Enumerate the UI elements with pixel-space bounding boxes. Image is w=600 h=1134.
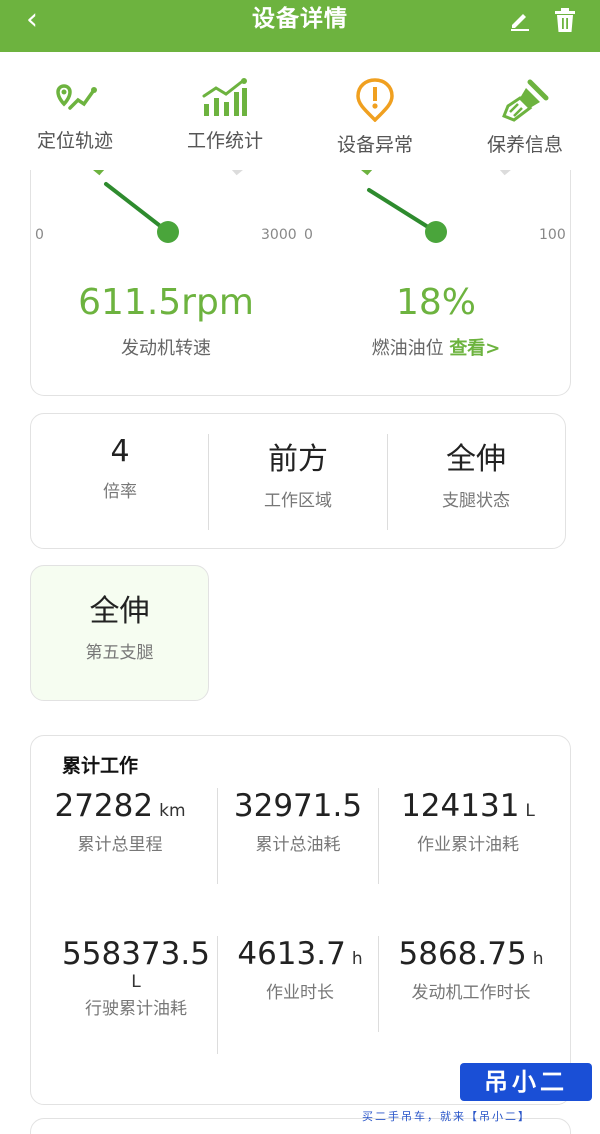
fuel-level-label-row: 燃油油位 查看> xyxy=(316,334,556,360)
trash-icon[interactable] xyxy=(553,7,577,33)
status-label: 倍率 xyxy=(103,482,137,502)
cumulative-label: 累计总油耗 xyxy=(255,835,341,855)
cumulative-item: 32971.5 累计总油耗 xyxy=(213,788,383,855)
divider xyxy=(378,936,379,1032)
cumulative-work-card: 累计工作 27282 km 累计总里程 32971.5 累计总油耗 124131 L… xyxy=(30,735,571,1105)
cumulative-item: 124131 L 作业累计油耗 xyxy=(383,788,553,855)
cumulative-item: 5868.75 h 发动机工作时长 xyxy=(381,936,561,1003)
engine-gauge-min: 0 xyxy=(35,227,44,243)
route-icon xyxy=(56,84,97,110)
quick-actions: 定位轨迹 工作统计 设备异常 保养信息 xyxy=(0,52,600,186)
watermark-badge: 吊小二 xyxy=(460,1063,592,1101)
cumulative-unit: h xyxy=(351,949,363,969)
engine-speed-label: 发动机转速 xyxy=(121,338,211,359)
cumulative-item: 558373.5 L 行驶累计油耗 xyxy=(51,936,221,1019)
cumulative-label: 作业累计油耗 xyxy=(417,835,519,855)
divider xyxy=(378,788,379,884)
cumulative-value: 27282 xyxy=(54,788,154,824)
cumulative-item: 4613.7 h 作业时长 xyxy=(215,936,385,1003)
gauge-card: 0 3000 0 100 611.5rpm 发动机转速 18% 燃油油位 查看> xyxy=(30,170,571,396)
quick-action-label: 保养信息 xyxy=(486,134,563,156)
fuel-gauge-min: 0 xyxy=(304,227,313,243)
fuel-view-link[interactable]: 查看> xyxy=(449,338,500,359)
quick-action-label: 定位轨迹 xyxy=(36,130,113,152)
engine-gauge-needle xyxy=(104,182,170,234)
engine-gauge-max: 3000 xyxy=(261,227,297,243)
gauge-graphics xyxy=(92,170,511,243)
fuel-level-label: 燃油油位 xyxy=(371,338,444,359)
quick-action-route[interactable]: 定位轨迹 xyxy=(0,74,150,184)
statistics-chart-icon xyxy=(202,78,247,116)
status-value: 4 xyxy=(110,434,130,469)
fuel-gauge-needle xyxy=(367,188,438,234)
top-bar: ‹ 设备详情 xyxy=(0,0,600,52)
cumulative-label: 作业时长 xyxy=(266,983,334,1003)
cumulative-value: 4613.7 xyxy=(237,936,346,972)
cumulative-heading: 累计工作 xyxy=(62,755,139,777)
status-item-outrigger: 全伸 支腿状态 xyxy=(387,414,565,550)
fifth-outrigger-label: 第五支腿 xyxy=(85,643,154,663)
quick-action-maintenance[interactable]: 保养信息 xyxy=(450,74,600,184)
cumulative-value: 5868.75 xyxy=(398,936,527,972)
status-item-ratio: 4 倍率 xyxy=(31,414,209,550)
status-label: 支腿状态 xyxy=(442,491,510,511)
cumulative-value: 558373.5 xyxy=(62,936,210,972)
status-value: 前方 xyxy=(268,442,328,477)
fuel-level-value: 18% xyxy=(395,282,476,323)
cumulative-unit: km xyxy=(159,801,186,821)
cumulative-value: 124131 xyxy=(401,788,520,824)
quick-action-label: 工作统计 xyxy=(186,130,263,152)
fifth-outrigger-value: 全伸 xyxy=(89,594,150,629)
status-item-work-area: 前方 工作区域 xyxy=(209,414,387,550)
engine-speed-value: 611.5rpm xyxy=(78,282,254,323)
status-label: 工作区域 xyxy=(264,491,332,511)
quick-action-warning[interactable]: 设备异常 xyxy=(300,74,450,184)
quick-action-statistics[interactable]: 工作统计 xyxy=(150,74,300,184)
status-value: 全伸 xyxy=(446,442,506,477)
brush-icon xyxy=(502,79,549,122)
warning-icon xyxy=(356,78,394,122)
edit-icon[interactable] xyxy=(508,8,532,32)
status-card: 4 倍率 前方 工作区域 全伸 支腿状态 xyxy=(30,413,566,549)
cumulative-label: 累计总里程 xyxy=(77,835,163,855)
cumulative-label: 发动机工作时长 xyxy=(411,983,531,1003)
fuel-gauge-max: 100 xyxy=(539,227,566,243)
engine-gauge-hub xyxy=(157,221,179,243)
cumulative-unit: h xyxy=(532,949,544,969)
cumulative-unit: L xyxy=(131,972,141,992)
fifth-outrigger-card: 全伸 第五支腿 xyxy=(30,565,209,701)
cumulative-value: 32971.5 xyxy=(233,788,363,824)
cumulative-label: 行驶累计油耗 xyxy=(85,999,187,1019)
fuel-gauge-hub xyxy=(425,221,447,243)
cumulative-item: 27282 km 累计总里程 xyxy=(35,788,205,855)
cumulative-unit: L xyxy=(525,801,535,821)
watermark-caption: 买二手吊车，就来【吊小二】 xyxy=(362,1110,531,1123)
quick-action-label: 设备异常 xyxy=(336,134,413,156)
